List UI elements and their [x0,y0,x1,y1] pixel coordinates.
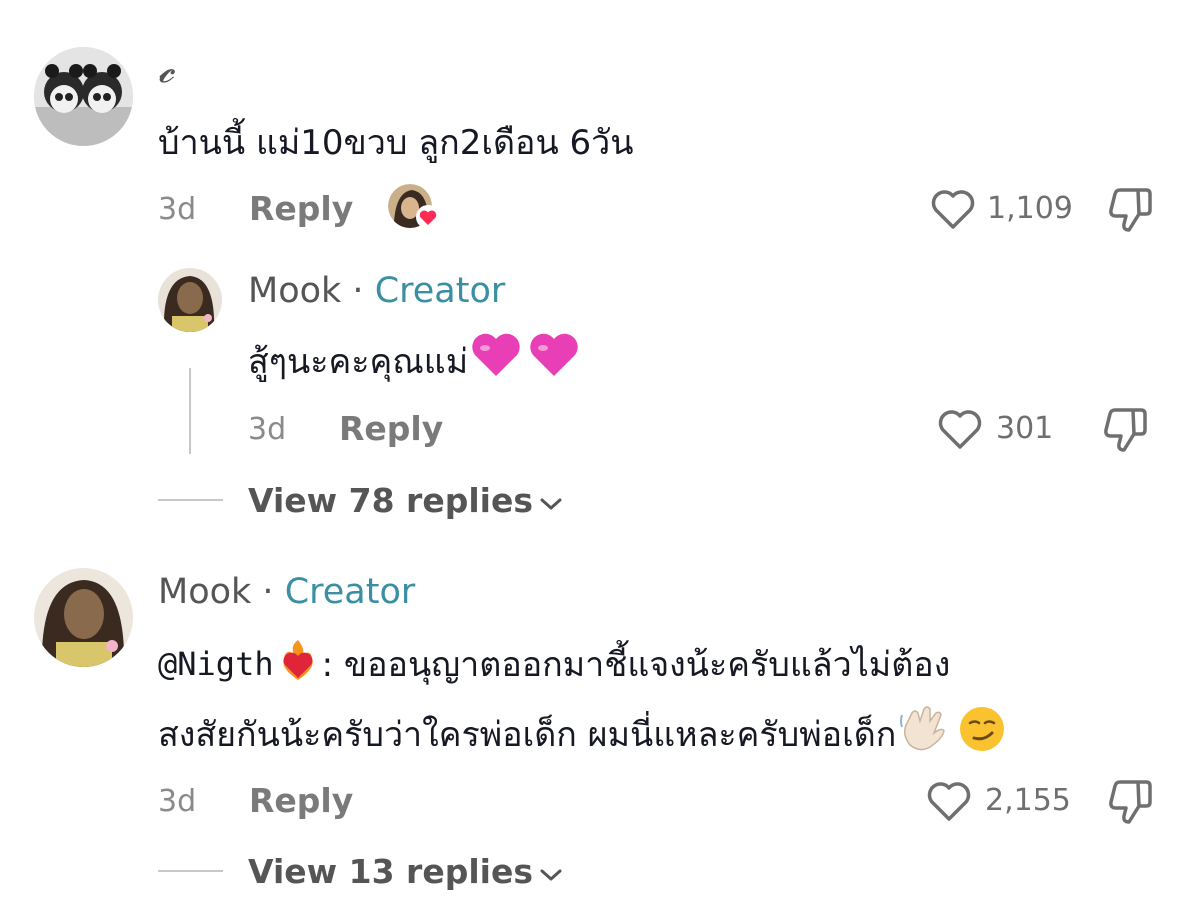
reply-button[interactable]: Reply [249,781,353,820]
avatar[interactable] [158,268,222,332]
creator-label: Creator [374,271,506,311]
chevron-down-icon [539,852,563,891]
like-heart-icon[interactable] [937,408,983,450]
separator: · [341,271,375,311]
dislike-icon[interactable] [1108,778,1156,824]
waving-hand-icon [898,705,948,762]
pink-heart-icon [470,333,522,388]
like-heart-icon[interactable] [930,188,976,230]
mention-link[interactable]: @Nigth [158,645,274,683]
heart-badge-icon [416,205,440,229]
avatar[interactable] [34,568,133,667]
chevron-down-icon [539,481,563,520]
creator-label: Creator [284,572,416,612]
smirking-face-icon [958,705,1006,762]
dislike-icon[interactable] [1103,406,1151,452]
like-count: 301 [996,411,1054,446]
reply-username[interactable]: Mook [248,271,341,311]
comment-username[interactable]: Mook [158,572,251,612]
comment-text-line2: สงสัยกันน้ะครับว่าใครพ่อเด็ก ผมนี่แหละคร… [158,714,897,755]
thread-line [189,368,191,454]
avatar[interactable] [34,47,133,146]
reply-text: สู้ๆนะคะคุณแม่ [248,341,469,382]
view-replies-button[interactable]: View 13 replies [248,852,563,891]
comment-time: 3d [158,784,197,819]
comment-time: 3d [158,192,197,227]
reply-button[interactable]: Reply [249,189,353,228]
view-replies-button[interactable]: View 78 replies [248,481,563,520]
comment-text-line1: : ขออนุญาตออกมาชี้แจงน้ะครับแล้วไม่ต้อง [321,645,951,685]
separator: · [251,572,285,612]
view-replies-label: View 78 replies [248,481,533,520]
comment-text: บ้านนี้ แม่10ขวบ ลูก2เดือน 6วัน [158,123,634,163]
reply-button[interactable]: Reply [339,409,443,448]
view-replies-divider [158,870,223,872]
like-heart-icon[interactable] [926,780,972,822]
reply-time: 3d [248,412,287,447]
view-replies-label: View 13 replies [248,852,533,891]
heart-on-fire-icon [276,638,320,691]
dislike-icon[interactable] [1108,186,1156,232]
like-count: 2,155 [985,783,1071,818]
like-count: 1,109 [987,191,1073,226]
view-replies-divider [158,499,223,501]
pink-heart-icon [528,333,580,388]
comment-username[interactable]: 𝓬 [158,50,174,92]
